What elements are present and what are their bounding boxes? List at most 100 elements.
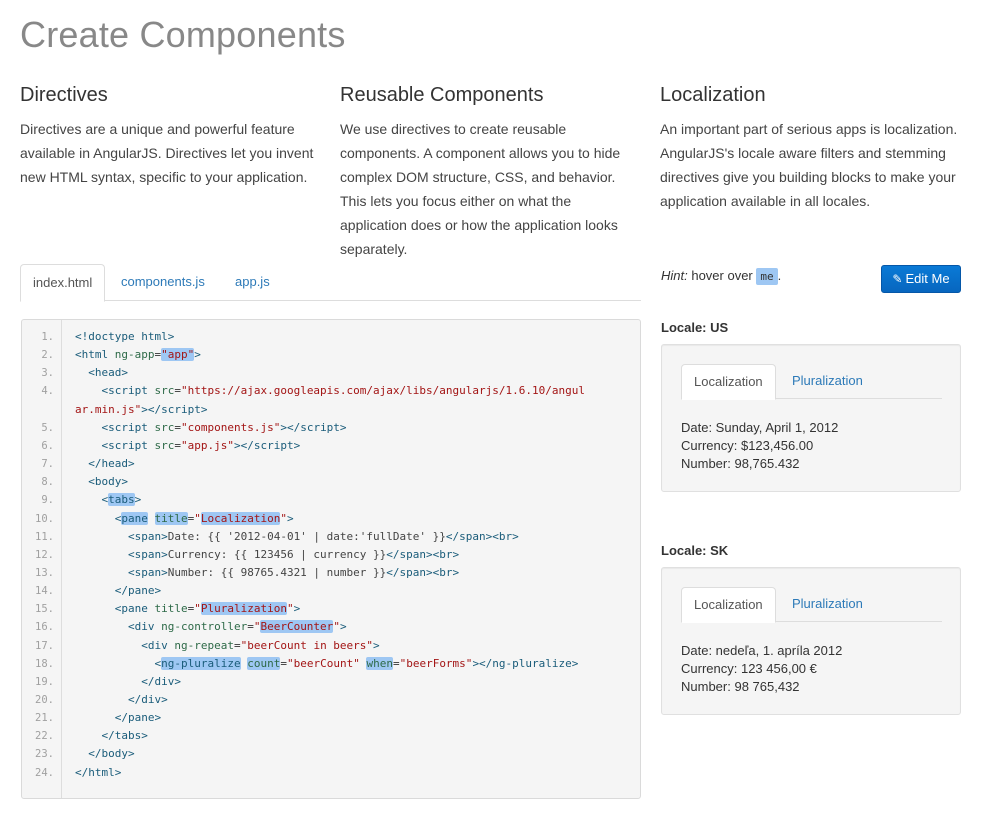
- code-line: 4. <script src="https://ajax.googleapis.…: [22, 382, 640, 400]
- hint-code[interactable]: me: [756, 268, 778, 285]
- code-line: 24. </html>: [22, 764, 640, 782]
- code-text: <tabs>: [101, 493, 142, 507]
- line-number: 9.: [41, 494, 54, 507]
- locale-box-us: Localization Pluralization Date: Sunday,…: [661, 344, 961, 492]
- column-text: An important part of serious apps is loc…: [660, 121, 958, 209]
- line-number: 1.: [41, 331, 54, 343]
- edit-me-label: Edit Me: [905, 271, 950, 286]
- code-line: 10. <pane title="Localization">: [22, 510, 640, 528]
- file-tabs: index.html components.js app.js: [20, 264, 641, 302]
- code-line: 8. <body>: [22, 473, 640, 491]
- code-text: </div>: [141, 674, 181, 688]
- locale-output: Date: nedeľa, 1. apríla 2012 Currency: 1…: [681, 642, 842, 696]
- line-number: 14.: [35, 585, 54, 598]
- line-number: 5.: [41, 421, 54, 434]
- hint-end: .: [777, 268, 782, 283]
- code-text: <span>Number: {{ 98765.4321 | number }}<…: [127, 565, 460, 579]
- line-number: 23.: [35, 748, 54, 761]
- line-number: 24.: [35, 766, 54, 779]
- line-number: 13.: [35, 566, 54, 579]
- edit-me-button[interactable]: ✎ Edit Me: [881, 265, 961, 293]
- line-number: 8.: [41, 476, 54, 489]
- code-line: 3. <head>: [22, 364, 640, 382]
- code-line: 23. </body>: [22, 745, 640, 763]
- code-text: <pane title="Localization">: [114, 511, 294, 525]
- code-line: 13. <span>Number: {{ 98765.4321 | number…: [22, 564, 640, 582]
- code-line: 9. <tabs>: [22, 491, 640, 509]
- line-number: 19.: [35, 675, 54, 688]
- code-text: <div ng-controller="BeerCounter">: [127, 620, 347, 634]
- code-line: 17. <div ng-repeat="beerCount in beers">: [22, 637, 640, 655]
- line-number: 20.: [35, 694, 54, 706]
- column-text: Directives are a unique and powerful fea…: [20, 121, 314, 185]
- currency-line: Currency: 123 456,00 €: [681, 661, 817, 676]
- code-text: <pane title="Pluralization">: [114, 602, 301, 616]
- tab-pluralization[interactable]: Pluralization: [780, 587, 875, 622]
- column-heading: Reusable Components: [340, 84, 544, 106]
- code-line: 14. </pane>: [22, 582, 640, 600]
- tab-components-js[interactable]: components.js: [109, 264, 217, 301]
- locale-tabs: Localization Pluralization: [681, 364, 942, 400]
- code-line: 5. <script src="components.js"></script>: [22, 419, 640, 437]
- tab-index-html[interactable]: index.html: [20, 264, 106, 302]
- number-line: Number: 98 765,432: [681, 679, 800, 694]
- line-number: 7.: [41, 458, 54, 471]
- code-line: 20. </div>: [22, 691, 640, 709]
- line-number: 16.: [35, 621, 54, 634]
- code-text: </pane>: [114, 584, 162, 598]
- code-text: </tabs>: [101, 729, 148, 743]
- date-line: Date: nedeľa, 1. apríla 2012: [681, 643, 843, 658]
- currency-line: Currency: $123,456.00: [681, 438, 814, 453]
- line-number: 2.: [41, 349, 54, 362]
- code-editor[interactable]: 1. <!doctype html> 2. <html ng-app="app"> 3.…: [21, 319, 641, 799]
- hint-text: hover over: [687, 268, 757, 283]
- page-title: Create Components: [20, 14, 346, 55]
- code-line: 15. <pane title="Pluralization">: [22, 600, 640, 618]
- tab-localization[interactable]: Localization: [681, 364, 776, 400]
- tab-app-js[interactable]: app.js: [223, 264, 282, 301]
- line-number: 11.: [35, 530, 54, 543]
- date-line: Date: Sunday, April 1, 2012: [681, 420, 839, 435]
- code-line: ar.min.js"></script>: [22, 401, 640, 419]
- code-text: <div ng-repeat="beerCount in beers">: [141, 638, 380, 652]
- locale-output: Date: Sunday, April 1, 2012 Currency: $1…: [681, 419, 838, 473]
- line-number: 12.: [35, 548, 54, 561]
- locale-label-us: Locale: US: [661, 320, 729, 335]
- number-line: Number: 98,765.432: [681, 456, 800, 471]
- code-line: 11. <span>Date: {{ '2012-04-01' | date:'…: [22, 528, 640, 546]
- column-text: We use directives to create reusable com…: [340, 121, 621, 257]
- tab-pluralization[interactable]: Pluralization: [780, 364, 875, 399]
- code-text: <span>Date: {{ '2012-04-01' | date:'full…: [127, 529, 519, 543]
- code-line: 6. <script src="app.js"></script>: [22, 437, 640, 455]
- code-text: ar.min.js"></script>: [75, 402, 208, 416]
- code-text: <html ng-app="app">: [75, 348, 201, 362]
- column-reusable-components: Reusable Components We use directives to…: [340, 84, 640, 261]
- column-heading: Directives: [20, 84, 108, 106]
- code-line: 12. <span>Currency: {{ 123456 | currency…: [22, 546, 640, 564]
- pencil-icon: ✎: [892, 272, 903, 286]
- line-number: 18.: [35, 657, 54, 670]
- tab-localization[interactable]: Localization: [681, 587, 776, 623]
- locale-tabs: Localization Pluralization: [681, 587, 942, 623]
- code-line: 22. </tabs>: [22, 727, 640, 745]
- code-text: <head>: [88, 366, 128, 380]
- column-localization: Localization An important part of seriou…: [660, 84, 960, 213]
- line-number: 22.: [35, 730, 54, 743]
- code-text: </div>: [127, 693, 168, 706]
- hint: Hint: hover over me.: [661, 268, 782, 285]
- line-number: 4.: [41, 385, 54, 398]
- code-text: <script src="app.js"></script>: [101, 438, 301, 452]
- code-line: 21. </pane>: [22, 709, 640, 727]
- code-line: 19. </div>: [22, 673, 640, 691]
- line-number: 15.: [35, 603, 54, 616]
- code-text: </pane>: [114, 711, 162, 725]
- column-directives: Directives Directives are a unique and p…: [20, 84, 320, 189]
- line-number: 3.: [41, 367, 54, 380]
- code-line: 18. <ng-pluralize count="beerCount" when…: [22, 655, 640, 673]
- line-number: 17.: [35, 639, 54, 652]
- code-text: </html>: [75, 765, 122, 779]
- line-number: 6.: [41, 439, 54, 452]
- locale-box-sk: Localization Pluralization Date: nedeľa,…: [661, 567, 961, 715]
- line-number: 21.: [35, 712, 54, 725]
- code-line: 1. <!doctype html>: [22, 328, 640, 346]
